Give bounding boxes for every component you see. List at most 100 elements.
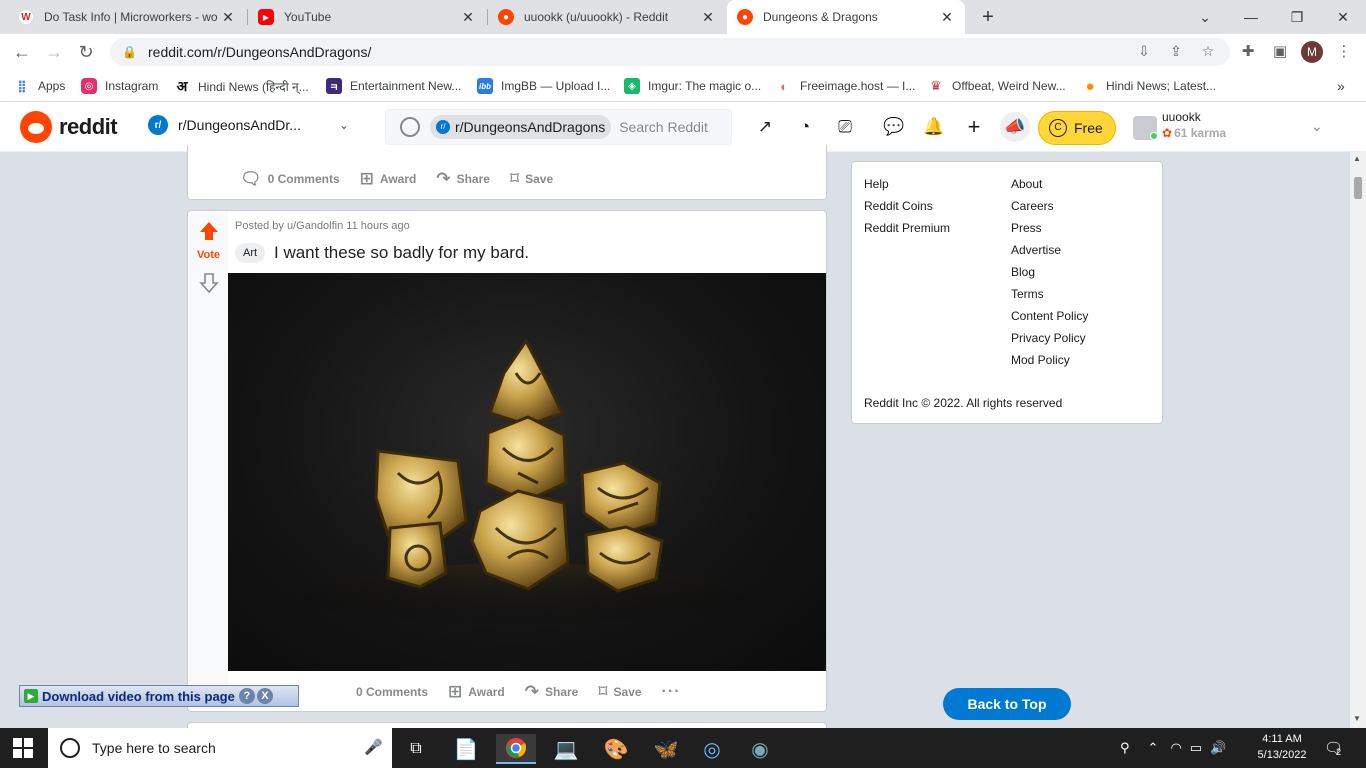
downvote-arrow-icon[interactable]	[199, 272, 219, 294]
link-careers[interactable]: Careers	[1011, 199, 1054, 213]
computer-app-icon[interactable]: 💻	[546, 734, 586, 764]
bookmark-instagram[interactable]: ◎ Instagram	[81, 77, 158, 95]
notification-center-icon[interactable]: 🗨 2	[1324, 728, 1343, 768]
paint-app-icon[interactable]: 🎨	[596, 734, 636, 764]
bookmark-apps[interactable]: ⣿ Apps	[14, 77, 65, 95]
chat-icon[interactable]: 💬	[883, 116, 905, 138]
share-button[interactable]: ↷ Share	[525, 682, 579, 702]
save-button[interactable]: ⌑ Save	[510, 169, 553, 189]
post-title[interactable]: I want these so badly for my bard.	[274, 243, 529, 263]
taskbar-clock[interactable]: 4:11 AM 5/13/2022	[1250, 731, 1314, 763]
free-coins-button[interactable]: C Free	[1038, 111, 1116, 145]
search-community-pill[interactable]: r/ r/DungeonsAndDragons	[430, 115, 612, 139]
tab-reddit-profile[interactable]: ● uuookk (u/uuookk) - Reddit ✕	[488, 0, 726, 34]
bookmark-imgbb[interactable]: ibb ImgBB — Upload I...	[477, 77, 610, 95]
link-reddit-coins[interactable]: Reddit Coins	[864, 199, 933, 213]
link-reddit-premium[interactable]: Reddit Premium	[864, 221, 950, 235]
menu-icon[interactable]: ⋮	[1334, 42, 1354, 62]
link-blog[interactable]: Blog	[1011, 265, 1035, 279]
more-options-icon[interactable]: ···	[662, 683, 681, 701]
close-icon[interactable]: X	[256, 688, 273, 704]
link-help[interactable]: Help	[864, 177, 889, 191]
media-app-icon[interactable]: ◉	[740, 734, 780, 764]
create-post-icon[interactable]: +	[963, 116, 985, 138]
comments-button[interactable]: 0 Comments	[356, 685, 428, 699]
link-advertise[interactable]: Advertise	[1011, 243, 1061, 257]
back-button[interactable]: ←	[10, 40, 34, 64]
extensions-icon[interactable]: ✚	[1238, 42, 1258, 62]
close-tab-icon[interactable]: ✕	[220, 9, 236, 26]
more-bookmarks-icon[interactable]: »	[1337, 77, 1345, 95]
side-panel-icon[interactable]: ▣	[1270, 42, 1290, 62]
bookmark-hindi-news[interactable]: अ Hindi News (हिन्दी न्...	[174, 77, 309, 95]
user-menu[interactable]: uuookk ✿ 61 karma ⌄	[1133, 108, 1333, 146]
close-tab-icon[interactable]: ✕	[700, 9, 716, 26]
bookmark-offbeat[interactable]: ♛ Offbeat, Weird New...	[928, 77, 1066, 95]
reload-button[interactable]: ↻	[74, 40, 98, 64]
scroll-thumb[interactable]	[1354, 177, 1362, 199]
bookmark-star-icon[interactable]: ☆	[1199, 43, 1217, 61]
tab-microworkers[interactable]: W Do Task Info | Microworkers - wo ✕	[8, 0, 246, 34]
reddit-logo-icon[interactable]	[20, 111, 52, 143]
back-to-top-button[interactable]: Back to Top	[943, 688, 1071, 720]
notifications-icon[interactable]: 🔔	[923, 116, 945, 138]
download-video-bar[interactable]: ▶ Download video from this page ? X	[19, 685, 299, 707]
award-button[interactable]: ⊞ Award	[360, 169, 417, 189]
advertise-icon[interactable]: 📣	[1000, 112, 1030, 142]
post-flair[interactable]: Art	[235, 243, 266, 263]
tab-youtube[interactable]: ▶ YouTube ✕	[248, 0, 486, 34]
notepad-app-icon[interactable]: 📄	[446, 734, 486, 764]
search-input[interactable]: Search Reddit	[619, 119, 729, 135]
download-video-label[interactable]: Download video from this page	[42, 689, 235, 704]
link-terms[interactable]: Terms	[1011, 287, 1044, 301]
all-icon[interactable]: ◔	[794, 116, 816, 138]
profile-avatar[interactable]: M	[1301, 41, 1323, 63]
bookmark-imgur[interactable]: ◈ Imgur: The magic o...	[624, 77, 761, 95]
bookmark-hindi-latest[interactable]: ● Hindi News; Latest...	[1082, 77, 1216, 95]
restore-button[interactable]: ❐	[1274, 0, 1320, 34]
link-content-policy[interactable]: Content Policy	[1011, 309, 1088, 323]
post-image[interactable]	[228, 273, 826, 671]
chrome-app-icon[interactable]	[496, 734, 536, 764]
link-mod-policy[interactable]: Mod Policy	[1011, 353, 1070, 367]
battery-icon[interactable]: ▭	[1190, 740, 1202, 756]
tab-search-icon[interactable]: ⌄	[1182, 0, 1228, 34]
search-bar[interactable]: r/ r/DungeonsAndDragons Search Reddit	[385, 109, 732, 145]
close-window-button[interactable]: ✕	[1320, 0, 1366, 34]
bookmark-entertainment[interactable]: ㅋ Entertainment New...	[326, 77, 461, 95]
address-bar[interactable]: 🔒 reddit.com/r/DungeonsAndDragons/ ⇩ ⇪ ☆	[110, 38, 1230, 66]
help-icon[interactable]: ?	[238, 688, 255, 704]
link-press[interactable]: Press	[1011, 221, 1042, 235]
task-view-icon[interactable]: ⧉	[396, 734, 436, 764]
chevron-up-icon[interactable]: ⌃	[1148, 740, 1159, 756]
minimize-button[interactable]: —	[1228, 0, 1274, 34]
link-privacy-policy[interactable]: Privacy Policy	[1011, 331, 1086, 345]
upvote-arrow-icon[interactable]	[198, 220, 220, 242]
bookmark-freeimage[interactable]: ◐ Freeimage.host — I...	[776, 77, 915, 95]
taskbar-search[interactable]: Type here to search 🎤	[48, 728, 392, 768]
microphone-icon[interactable]: 🎤	[364, 738, 383, 756]
award-button[interactable]: ⊞ Award	[448, 682, 505, 702]
share-icon[interactable]: ⇪	[1167, 43, 1185, 61]
comments-button[interactable]: 🗨 0 Comments	[240, 169, 340, 189]
paint3d-app-icon[interactable]: 🦋	[646, 734, 686, 764]
new-tab-button[interactable]: +	[976, 5, 1000, 29]
post-meta[interactable]: Posted by u/Gandolfin 11 hours ago	[235, 220, 410, 232]
reddit-live-icon[interactable]: ⎚	[834, 116, 856, 138]
windows-start-icon[interactable]	[13, 738, 33, 758]
share-button[interactable]: ↷ Share	[436, 169, 490, 189]
save-button[interactable]: ⌑ Save	[598, 682, 641, 702]
forward-button[interactable]: →	[42, 40, 66, 64]
reddit-wordmark[interactable]: reddit	[59, 114, 118, 140]
link-about[interactable]: About	[1011, 177, 1042, 191]
page-scrollbar[interactable]: ▲ ▼	[1350, 152, 1366, 728]
people-icon[interactable]: ⚲	[1120, 740, 1130, 756]
install-app-icon[interactable]: ⇩	[1135, 43, 1153, 61]
volume-icon[interactable]: 🔊	[1210, 740, 1226, 756]
post-card[interactable]: Vote Posted by u/Gandolfin 11 hours ago …	[187, 210, 827, 712]
wifi-icon[interactable]: ◠	[1170, 740, 1181, 756]
browser-app-icon[interactable]: ◎	[692, 734, 732, 764]
popular-icon[interactable]: ↗	[754, 116, 776, 138]
close-tab-icon[interactable]: ✕	[939, 9, 955, 26]
community-selector[interactable]: r/ r/DungeonsAndDr... ⌄	[148, 115, 349, 135]
